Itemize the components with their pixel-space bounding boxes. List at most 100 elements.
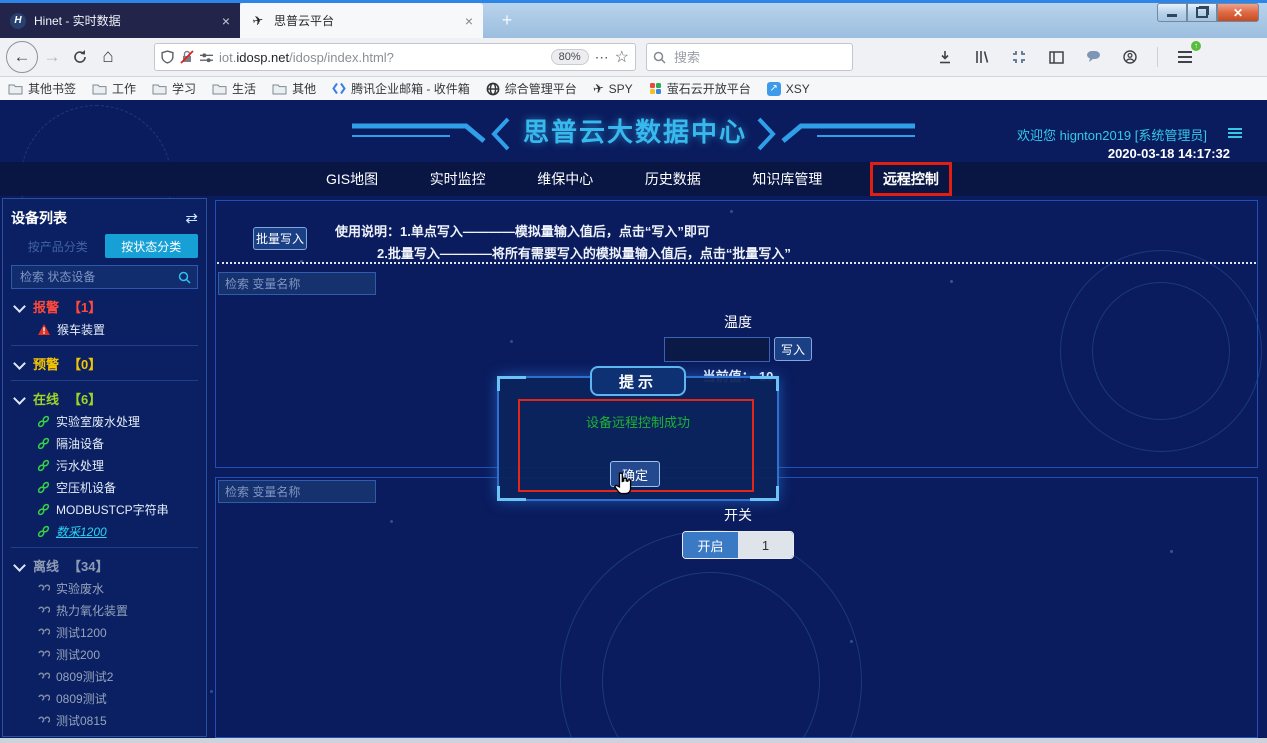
swap-icon[interactable]: ⇄ [185, 209, 198, 227]
device-item[interactable]: 污水处理 [37, 457, 198, 473]
tab-title: 思普云平台 [274, 12, 457, 29]
chat-bubble-icon[interactable] [1079, 43, 1107, 71]
forward-button[interactable]: → [38, 43, 66, 71]
url-bar[interactable]: iot.idosp.net/idosp/index.html? 80% ⋯ ☆ [154, 43, 636, 71]
group-online[interactable]: 在线 【6】 [11, 389, 198, 407]
reload-button[interactable] [66, 43, 94, 71]
device-item-selected[interactable]: 数采1200 [37, 523, 198, 539]
broken-link-icon [37, 626, 50, 639]
device-item[interactable]: 测试1200 [37, 624, 198, 640]
device-item[interactable]: 0809测试 [37, 690, 198, 706]
tab-close-icon[interactable]: × [465, 13, 473, 29]
new-tab-button[interactable]: + [494, 8, 520, 32]
device-item[interactable]: 猴车装置 [37, 321, 198, 337]
window-controls: ✕ [1157, 3, 1259, 22]
bookmark-item[interactable]: 腾讯企业邮箱 - 收件箱 [332, 80, 470, 97]
nav-gis-map[interactable]: GIS地图 [322, 167, 382, 191]
device-item[interactable]: 0809测试2 [37, 668, 198, 684]
plane-icon: ✈ [249, 11, 268, 30]
bookmark-item[interactable]: 综合管理平台 [486, 80, 577, 97]
datetime-text: 2020-03-18 14:17:32 [1108, 146, 1230, 161]
switch-value: 1 [738, 532, 793, 558]
list-icon[interactable] [1228, 128, 1242, 130]
account-icon[interactable] [1116, 43, 1144, 71]
bookmark-item[interactable]: ✈ SPY [593, 81, 633, 97]
sidebar-toggle-icon[interactable] [1042, 43, 1070, 71]
device-item[interactable]: 实验室废水处理 [37, 413, 198, 429]
close-button[interactable]: ✕ [1217, 3, 1259, 22]
variable-search-input[interactable] [218, 272, 376, 295]
bookmark-item[interactable]: 其他 [272, 80, 316, 97]
nav-remote-control[interactable]: 远程控制 [870, 162, 952, 196]
nav-realtime-monitor[interactable]: 实时监控 [426, 167, 490, 191]
device-item[interactable]: 测试0815 [37, 712, 198, 728]
screenshot-icon[interactable] [1005, 43, 1033, 71]
restore-button[interactable] [1187, 3, 1217, 22]
minimize-button[interactable] [1157, 3, 1187, 22]
tracking-shield-icon[interactable] [161, 50, 174, 64]
browser-tab-sipu[interactable]: ✈ 思普云平台 × [240, 3, 483, 38]
insecure-lock-icon[interactable] [180, 50, 194, 64]
library-icon[interactable] [968, 43, 996, 71]
browser-tab-hinet[interactable]: H Hinet - 实时数据 × [0, 3, 240, 38]
device-item[interactable]: 空压机设备 [37, 479, 198, 495]
divider [11, 547, 198, 548]
switch-on-button[interactable]: 开启 [683, 532, 738, 558]
group-alarm[interactable]: 报警 【1】 [11, 297, 198, 315]
group-warning[interactable]: 预警 【0】 [11, 354, 198, 372]
hinet-logo-icon: H [10, 13, 26, 29]
dialog-corner [497, 376, 526, 391]
switch-control: 开关 开启 1 [638, 505, 838, 559]
write-button[interactable]: 写入 [774, 337, 812, 361]
home-button[interactable]: ⌂ [94, 43, 122, 71]
bookmark-item[interactable]: 工作 [92, 80, 136, 97]
page-actions-icon[interactable]: ⋯ [595, 49, 609, 66]
device-search-box[interactable] [11, 265, 198, 289]
group-offline[interactable]: 离线 【34】 [11, 556, 198, 574]
bookmark-item[interactable]: 学习 [152, 80, 196, 97]
dialog-success-message: 设备远程控制成功 [499, 412, 777, 431]
downloads-icon[interactable] [931, 43, 959, 71]
bookmark-star-icon[interactable]: ☆ [615, 47, 629, 67]
dotted-divider [217, 262, 1256, 264]
back-button[interactable]: ← [6, 41, 38, 73]
mouse-cursor-hand [612, 472, 634, 498]
plane-icon: ✈ [591, 80, 605, 98]
device-item[interactable]: 热力氧化装置 [37, 602, 198, 618]
folder-icon [272, 83, 287, 95]
device-item[interactable]: MODBUSTCP字符串 [37, 501, 198, 517]
bookmark-item[interactable]: 萤石云开放平台 [649, 80, 751, 97]
welcome-text: 欢迎您 hignton2019 [系统管理员] [1017, 125, 1207, 144]
toolbar-divider [1157, 47, 1158, 67]
variable-search-input[interactable] [218, 480, 376, 503]
search-input[interactable] [672, 49, 816, 66]
url-text[interactable]: iot.idosp.net/idosp/index.html? [219, 50, 545, 65]
zoom-level-badge[interactable]: 80% [551, 49, 589, 65]
tab-by-product[interactable]: 按产品分类 [11, 234, 105, 258]
device-item[interactable]: 隔油设备 [37, 435, 198, 451]
tab-close-icon[interactable]: × [222, 13, 230, 29]
bookmark-item[interactable]: 生活 [212, 80, 256, 97]
search-bar[interactable] [646, 43, 853, 71]
tab-by-status[interactable]: 按状态分类 [105, 234, 199, 258]
divider [11, 345, 198, 346]
chevron-down-icon [13, 357, 26, 370]
device-item[interactable]: 实验废水 [37, 580, 198, 596]
switch-toggle[interactable]: 开启 1 [682, 531, 794, 559]
bookmark-item[interactable]: ↗ XSY [767, 82, 810, 96]
batch-write-button[interactable]: 批量写入 [253, 227, 307, 250]
permissions-icon[interactable] [200, 51, 213, 64]
nav-history-data[interactable]: 历史数据 [641, 167, 705, 191]
device-item[interactable]: 测试200 [37, 646, 198, 662]
bookmark-item[interactable]: 其他书签 [8, 80, 76, 97]
chevron-down-icon [13, 392, 26, 405]
nav-maintenance-center[interactable]: 维保中心 [533, 167, 597, 191]
nav-knowledge-base[interactable]: 知识库管理 [748, 167, 826, 191]
menu-hamburger-icon[interactable]: ↑ [1171, 43, 1199, 71]
device-search-input[interactable] [18, 269, 178, 285]
link-icon [37, 503, 50, 516]
folder-icon [212, 83, 227, 95]
folder-icon [92, 83, 107, 95]
page-title: 思普云大数据中心 [520, 112, 750, 149]
temperature-value-input[interactable] [664, 337, 770, 362]
